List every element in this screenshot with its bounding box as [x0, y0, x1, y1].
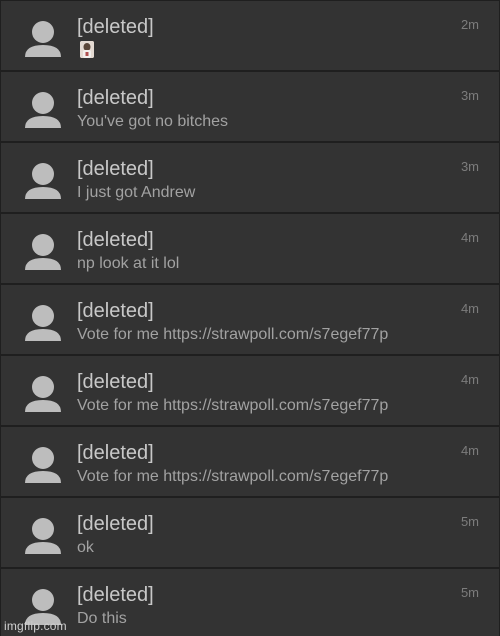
- message-row[interactable]: [deleted] I just got Andrew 3m: [1, 143, 499, 212]
- message-text: I just got Andrew: [77, 184, 196, 201]
- chat-message-list: [deleted] 2m [deleted] You've got no bit…: [0, 0, 500, 636]
- imgflip-watermark: imgflip.com: [4, 619, 67, 633]
- message-row[interactable]: [deleted] Vote for me https://strawpoll.…: [1, 285, 499, 354]
- default-user-icon[interactable]: [23, 19, 63, 59]
- message-text[interactable]: Vote for me https://strawpoll.com/s7egef…: [77, 325, 388, 345]
- message-row[interactable]: [deleted] Do this 5m: [1, 569, 499, 636]
- message-username[interactable]: [deleted]: [77, 512, 154, 536]
- message-timestamp: 3m: [460, 88, 479, 103]
- message-text[interactable]: Vote for me https://strawpoll.com/s7egef…: [77, 396, 388, 416]
- default-user-icon[interactable]: [23, 374, 63, 414]
- message-username[interactable]: [deleted]: [77, 228, 154, 252]
- message-timestamp: 2m: [460, 17, 479, 32]
- default-user-icon[interactable]: [23, 232, 63, 272]
- message-timestamp: 5m: [460, 585, 479, 600]
- default-user-icon[interactable]: [23, 303, 63, 343]
- message-username[interactable]: [deleted]: [77, 157, 154, 181]
- message-text: Do this: [77, 610, 127, 627]
- message-text[interactable]: Vote for me https://strawpoll.com/s7egef…: [77, 467, 388, 487]
- message-row[interactable]: [deleted] Vote for me https://strawpoll.…: [1, 356, 499, 425]
- message-text: ok: [77, 539, 94, 556]
- message-username[interactable]: [deleted]: [77, 15, 154, 39]
- message-username[interactable]: [deleted]: [77, 583, 154, 607]
- message-timestamp: 4m: [460, 230, 479, 245]
- message-username[interactable]: [deleted]: [77, 370, 154, 394]
- message-row[interactable]: [deleted] Vote for me https://strawpoll.…: [1, 427, 499, 496]
- message-text: np look at it lol: [77, 255, 180, 272]
- default-user-icon[interactable]: [23, 161, 63, 201]
- image-thumbnail-icon[interactable]: [80, 41, 94, 58]
- default-user-icon[interactable]: [23, 90, 63, 130]
- message-username[interactable]: [deleted]: [77, 299, 154, 323]
- message-timestamp: 4m: [460, 443, 479, 458]
- default-user-icon[interactable]: [23, 516, 63, 556]
- message-row[interactable]: [deleted] 2m: [1, 1, 499, 70]
- message-timestamp: 4m: [460, 301, 479, 316]
- message-username[interactable]: [deleted]: [77, 441, 154, 465]
- message-text: You've got no bitches: [77, 113, 229, 130]
- message-timestamp: 4m: [460, 372, 479, 387]
- default-user-icon[interactable]: [23, 445, 63, 485]
- message-row[interactable]: [deleted] np look at it lol 4m: [1, 214, 499, 283]
- message-username[interactable]: [deleted]: [77, 86, 154, 110]
- message-row[interactable]: [deleted] You've got no bitches 3m: [1, 72, 499, 141]
- message-row[interactable]: [deleted] ok 5m: [1, 498, 499, 567]
- message-timestamp: 3m: [460, 159, 479, 174]
- message-timestamp: 5m: [460, 514, 479, 529]
